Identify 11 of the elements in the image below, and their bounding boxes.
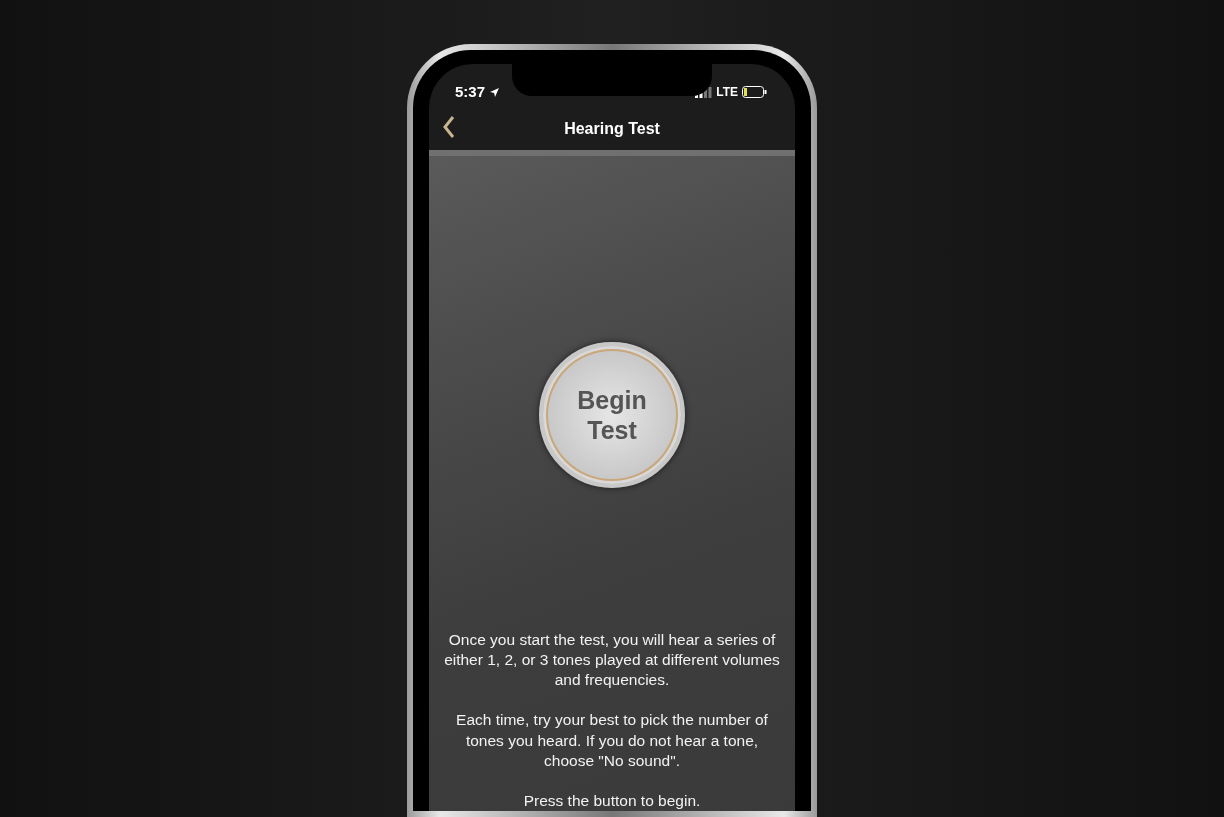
instruction-text: Once you start the test, you will hear a series of either 1, 2, or 3 tones played at different volumes and frequencies.	[443, 630, 781, 691]
begin-test-button[interactable]: Begin Test	[539, 342, 685, 488]
network-label: LTE	[716, 84, 738, 101]
status-time: 5:37	[455, 81, 486, 102]
instruction-text: Each time, try your best to pick the number of tones you heard. If you do not hear a tone, choose "No sound".	[455, 710, 769, 771]
back-chevron-icon[interactable]	[443, 116, 455, 138]
battery-icon	[742, 86, 767, 98]
location-arrow-icon	[489, 86, 501, 98]
screen-title: Hearing Test	[564, 119, 660, 139]
signal-icon	[695, 86, 713, 98]
instruction-text: Press the button to begin.	[522, 790, 702, 811]
